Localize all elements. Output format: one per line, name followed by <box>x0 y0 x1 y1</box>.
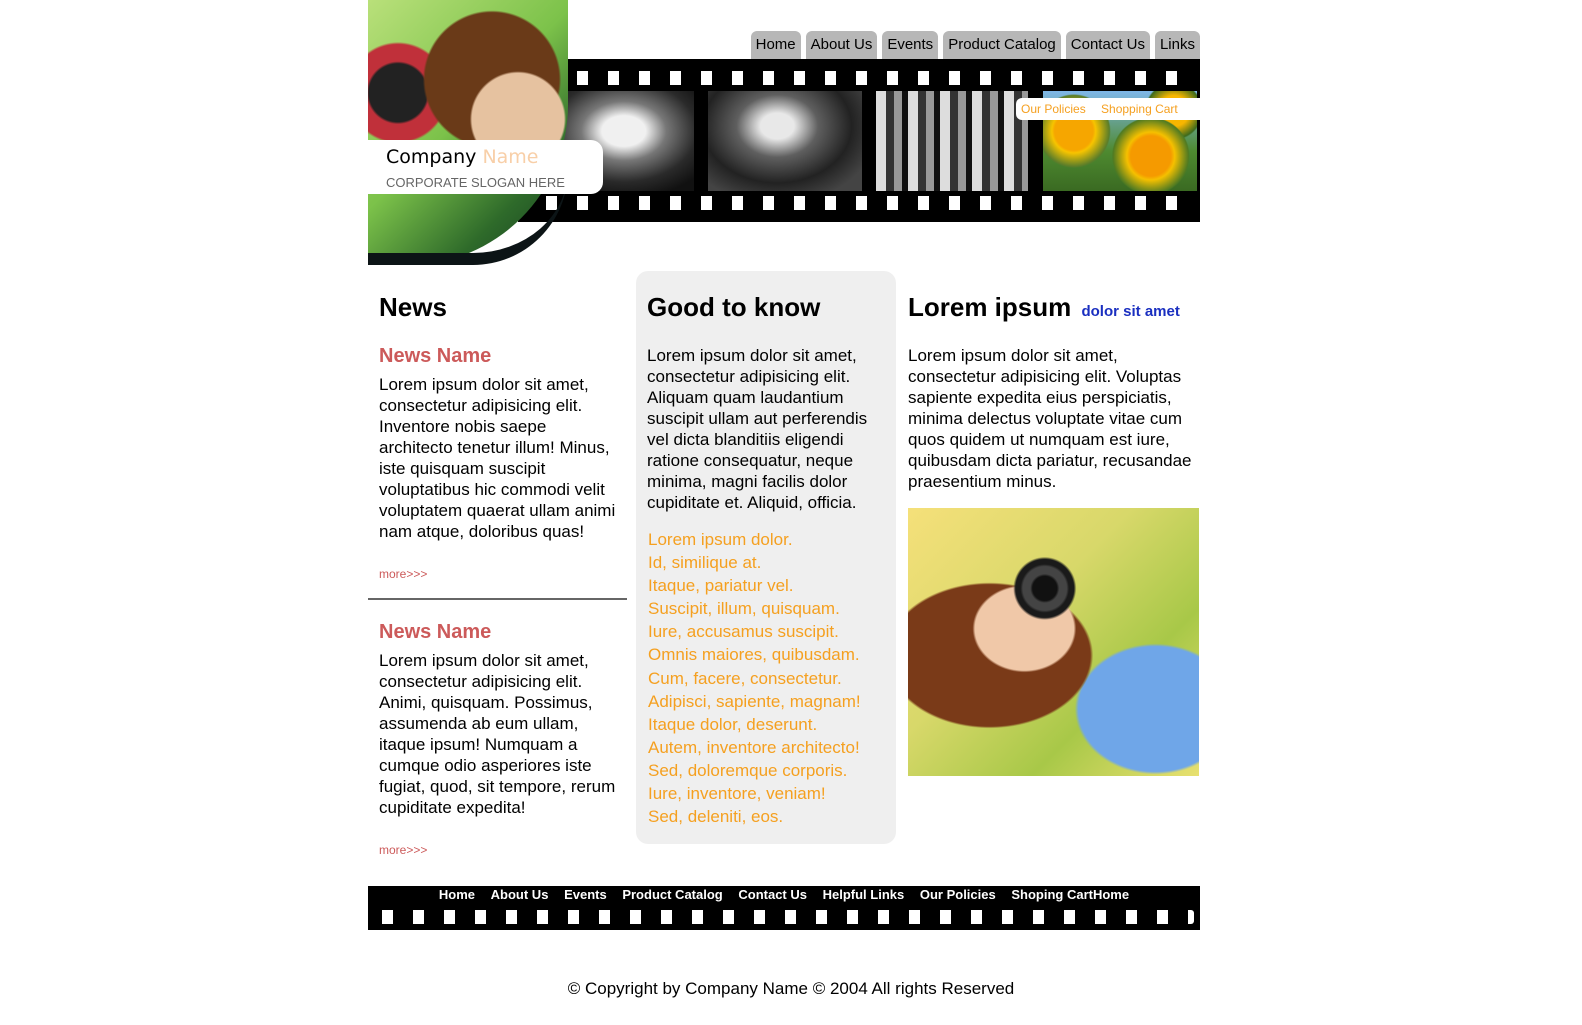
news-item-title: News Name <box>379 345 492 367</box>
brand-box: Company Name CORPORATE SLOGAN HERE <box>368 140 603 194</box>
footer-link-helpful-links[interactable]: Helpful Links <box>823 887 905 902</box>
nav-tab-product-catalog[interactable]: Product Catalog <box>943 31 1061 59</box>
list-item: Suscipit, illum, quisquam. <box>648 597 861 620</box>
lorem-text: Lorem ipsum dolor sit amet, consectetur … <box>908 346 1192 491</box>
list-item: Iure, inventore, veniam! <box>648 782 861 805</box>
list-item: Itaque dolor, deserunt. <box>648 713 861 736</box>
news-item-text: Lorem ipsum dolor sit amet, consectetur … <box>379 375 616 541</box>
footer-link-events[interactable]: Events <box>564 887 607 902</box>
nav-tab-links[interactable]: Links <box>1154 31 1200 59</box>
good-to-know-links: Lorem ipsum dolor. Id, similique at. Ita… <box>648 528 861 828</box>
film-perforations-bottom <box>538 196 1194 210</box>
good-to-know-link[interactable]: Sed, deleniti, eos. <box>648 807 783 826</box>
news-more-link[interactable]: more>>> <box>379 567 427 581</box>
news-item: News Name Lorem ipsum dolor sit amet, co… <box>379 621 624 859</box>
list-item: Omnis maiores, quibusdam. <box>648 643 861 666</box>
footer-link-shopping-cart[interactable]: Shoping CartHome <box>1011 887 1129 902</box>
list-item: Lorem ipsum dolor. <box>648 528 861 551</box>
news-divider <box>368 598 627 600</box>
good-to-know-link[interactable]: Iure, accusamus suscipit. <box>648 622 839 641</box>
list-item: Iure, accusamus suscipit. <box>648 620 861 643</box>
good-to-know-heading: Good to know <box>647 292 821 322</box>
nav-tab-contact-us[interactable]: Contact Us <box>1065 31 1150 59</box>
footer-link-about-us[interactable]: About Us <box>491 887 549 902</box>
footer-link-home[interactable]: Home <box>439 887 475 902</box>
site-header: Home About Us Events Product Catalog Con… <box>368 0 1200 265</box>
footer-filmstrip: Home About Us Events Product Catalog Con… <box>368 886 1200 930</box>
lorem-heading-text: Lorem ipsum <box>908 292 1072 322</box>
news-item-title: News Name <box>379 621 492 643</box>
copyright-text: © Copyright by Company Name © 2004 All r… <box>567 979 1015 998</box>
footer-navigation: Home About Us Events Product Catalog Con… <box>368 886 1200 903</box>
lorem-heading: Lorem ipsum dolor sit amet <box>908 292 1180 323</box>
company-name: Company Name <box>386 146 539 168</box>
good-to-know-link[interactable]: Adipisci, sapiente, magnam! <box>648 692 861 711</box>
footer-link-our-policies[interactable]: Our Policies <box>920 887 996 902</box>
list-item: Adipisci, sapiente, magnam! <box>648 690 861 713</box>
news-more-link[interactable]: more>>> <box>379 843 427 857</box>
footer-link-product-catalog[interactable]: Product Catalog <box>622 887 722 902</box>
good-to-know-link[interactable]: Omnis maiores, quibusdam. <box>648 645 860 664</box>
list-item: Id, similique at. <box>648 551 861 574</box>
good-to-know-link[interactable]: Iure, inventore, veniam! <box>648 784 826 803</box>
photographer-woman-image <box>908 508 1199 776</box>
good-to-know-link[interactable]: Itaque, pariatur vel. <box>648 576 794 595</box>
good-to-know-link[interactable]: Autem, inventore architecto! <box>648 738 860 757</box>
good-to-know-link[interactable]: Cum, facere, consectetur. <box>648 669 842 688</box>
footer-film-perforations <box>374 910 1194 924</box>
footer-link-contact-us[interactable]: Contact Us <box>738 887 807 902</box>
good-to-know-link[interactable]: Itaque dolor, deserunt. <box>648 715 817 734</box>
good-to-know-link[interactable]: Sed, doloremque corporis. <box>648 761 847 780</box>
our-policies-link[interactable]: Our Policies <box>1021 102 1086 116</box>
nav-tab-about-us[interactable]: About Us <box>805 31 878 59</box>
good-to-know-link[interactable]: Suscipit, illum, quisquam. <box>648 599 840 618</box>
film-photo-woman-portrait <box>708 91 862 191</box>
list-item: Sed, deleniti, eos. <box>648 805 861 828</box>
shopping-cart-link[interactable]: Shopping Cart <box>1101 102 1178 116</box>
list-item: Itaque, pariatur vel. <box>648 574 861 597</box>
film-photo-group <box>876 91 1028 191</box>
news-item-text: Lorem ipsum dolor sit amet, consectetur … <box>379 651 616 817</box>
good-to-know-column: Good to know Lorem ipsum dolor sit amet,… <box>636 271 896 844</box>
good-to-know-link[interactable]: Id, similique at. <box>648 553 761 572</box>
corporate-slogan: CORPORATE SLOGAN HERE <box>386 175 565 190</box>
nav-tab-home[interactable]: Home <box>750 31 801 59</box>
top-navigation: Home About Us Events Product Catalog Con… <box>750 31 1200 59</box>
list-item: Autem, inventore architecto! <box>648 736 861 759</box>
list-item: Cum, facere, consectetur. <box>648 667 861 690</box>
company-word: Company <box>386 146 477 168</box>
nav-tab-events[interactable]: Events <box>882 31 939 59</box>
film-perforations-top <box>538 71 1194 85</box>
dolor-sit-amet-link[interactable]: dolor sit amet <box>1081 303 1179 320</box>
news-heading: News <box>379 292 447 322</box>
sub-links: Our Policies Shopping Cart <box>1016 98 1200 120</box>
name-word: Name <box>482 146 539 168</box>
filmstrip-banner <box>518 59 1200 222</box>
list-item: Sed, doloremque corporis. <box>648 759 861 782</box>
news-item: News Name Lorem ipsum dolor sit amet, co… <box>379 345 624 583</box>
good-to-know-link[interactable]: Lorem ipsum dolor. <box>648 530 793 549</box>
good-to-know-text: Lorem ipsum dolor sit amet, consectetur … <box>647 346 868 512</box>
